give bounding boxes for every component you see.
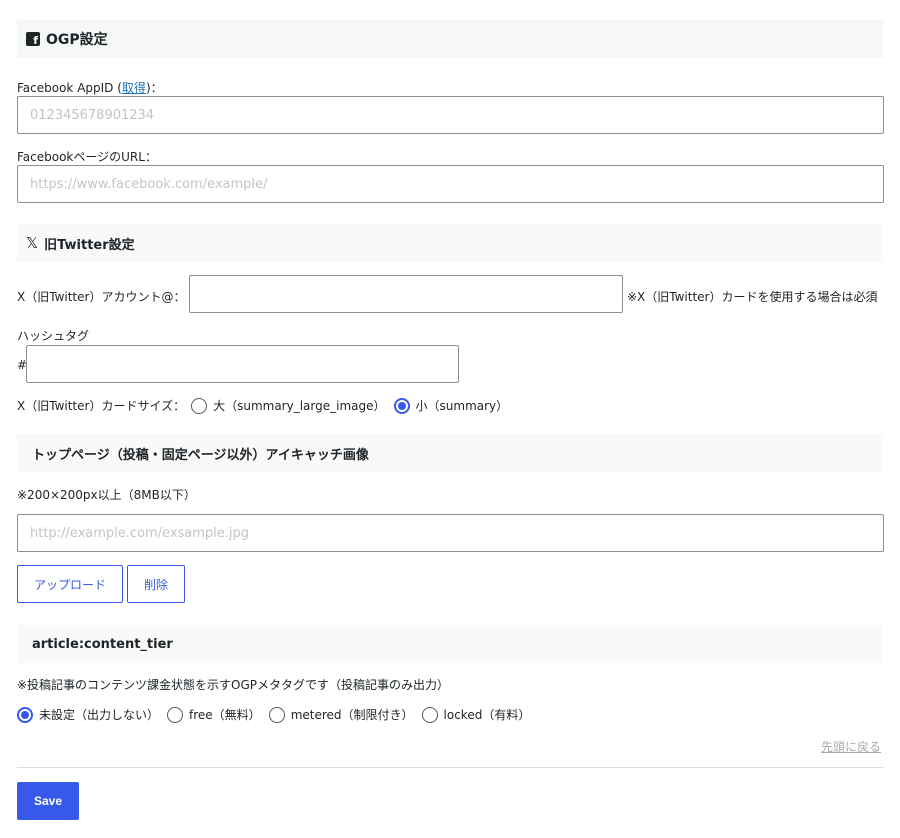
eyecatch-note: ※200×200px以上（8MB以下） [17,488,196,502]
facebook-icon: f [26,32,40,46]
card-size-label: X（旧Twitter）カードサイズ： [17,399,186,413]
tier-option-unset[interactable]: 未設定（出力しない） [17,706,159,723]
delete-button[interactable]: 削除 [127,565,185,603]
x-logo-icon: 𝕏 [26,234,39,252]
radio-large[interactable] [191,397,208,414]
back-to-top-link[interactable]: 先頭に戻る [821,738,881,755]
radio-locked[interactable] [421,706,438,723]
radio-free[interactable] [167,706,184,723]
card-size-option-small[interactable]: 小（summary） [393,397,508,414]
fb-page-label: FacebookページのURL： [17,150,157,164]
eyecatch-url-input[interactable] [17,514,884,552]
x-account-note: ※X（旧Twitter）カードを使用する場合は必須 [627,290,878,304]
tier-option-free[interactable]: free（無料） [167,706,261,723]
radio-unset[interactable] [17,706,33,723]
x-account-label: X（旧Twitter）アカウント@： [17,290,186,304]
footer-divider [17,767,883,768]
twitter-header-title: 旧Twitter設定 [44,237,135,253]
card-size-row: X（旧Twitter）カードサイズ： 大（summary_large_image… [17,397,516,414]
content-tier-note: ※投稿記事のコンテンツ課金状態を示すOGPメタタグです（投稿記事のみ出力） [17,678,450,692]
eyecatch-header-title: トップページ（投稿・固定ページ以外）アイキャッチ画像 [32,447,369,463]
fb-appid-input[interactable] [17,96,884,134]
tier-option-metered[interactable]: metered（制限付き） [268,706,414,723]
fb-appid-label: Facebook AppID (取得)： [17,81,163,95]
eyecatch-section-header: トップページ（投稿・固定ページ以外）アイキャッチ画像 [17,434,883,472]
radio-small[interactable] [393,397,410,414]
ogp-section-header: f OGP設定 [17,20,883,58]
hashtag-label: ハッシュタグ [17,329,90,343]
fb-appid-get-link[interactable]: 取得 [122,81,146,95]
tier-option-locked[interactable]: locked（有料） [421,706,530,723]
fb-page-url-input[interactable] [17,165,884,203]
content-tier-section-header: article:content_tier [17,625,883,663]
hashtag-input[interactable] [26,345,459,383]
content-tier-options: 未設定（出力しない） free（無料） metered（制限付き） locked… [17,706,538,723]
content-tier-header-title: article:content_tier [32,636,173,652]
twitter-section-header: 𝕏 旧Twitter設定 [17,224,883,262]
radio-metered[interactable] [268,706,285,723]
ogp-header-title: OGP設定 [46,32,108,48]
upload-button[interactable]: アップロード [17,565,123,603]
save-button[interactable]: Save [17,782,79,820]
x-account-input[interactable] [189,275,623,313]
card-size-option-large[interactable]: 大（summary_large_image） [191,397,386,414]
